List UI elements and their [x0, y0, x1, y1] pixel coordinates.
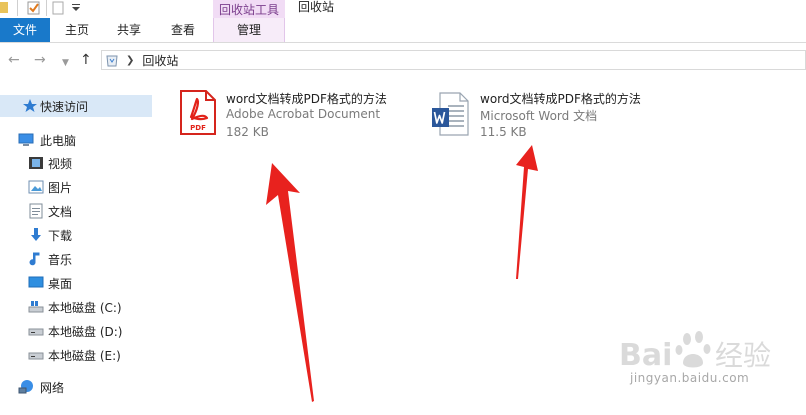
title-bar: 回收站工具 回收站 [0, 0, 806, 18]
film-icon [29, 157, 43, 169]
sidebar-item-drive-d[interactable]: 本地磁盘 (D:) [0, 320, 152, 342]
sidebar-item-drive-e[interactable]: 本地磁盘 (E:) [0, 344, 152, 366]
network-icon [18, 380, 33, 394]
sidebar-label: 本地磁盘 (C:) [48, 300, 122, 315]
hard-drive-icon [28, 352, 44, 360]
file-size: 11.5 KB [480, 125, 527, 139]
forward-arrow-icon[interactable]: → [34, 52, 46, 68]
file-size: 182 KB [226, 125, 269, 139]
tab-home[interactable]: 主页 [54, 18, 100, 42]
annotation-arrow [266, 163, 314, 402]
recent-locations-chevron-icon[interactable]: ▼ [62, 55, 69, 71]
file-type: Microsoft Word 文档 [480, 109, 598, 123]
sidebar-label: 文档 [48, 204, 73, 219]
sidebar-label: 下载 [48, 228, 73, 243]
sidebar-item-videos[interactable]: 视频 [0, 152, 152, 174]
sidebar-label: 快速访问 [40, 99, 89, 114]
quick-access-separator [46, 0, 47, 16]
watermark-url: jingyan.baidu.com [630, 371, 750, 385]
properties-icon[interactable] [26, 0, 42, 16]
up-arrow-icon[interactable]: ↑ [80, 52, 92, 68]
sidebar-item-pictures[interactable]: 图片 [0, 176, 152, 198]
baidu-watermark-logo: Bai 经验 [619, 331, 771, 373]
hard-drive-icon [28, 328, 44, 336]
sidebar-label: 音乐 [48, 252, 73, 267]
back-arrow-icon[interactable]: ← [8, 52, 20, 68]
download-arrow-icon [31, 228, 41, 241]
new-folder-icon[interactable] [52, 0, 66, 16]
sidebar-item-downloads[interactable]: 下载 [0, 224, 152, 246]
file-type: Adobe Acrobat Document [226, 107, 381, 121]
sidebar-item-documents[interactable]: 文档 [0, 200, 152, 222]
music-note-icon [29, 252, 40, 266]
svg-text:PDF: PDF [190, 124, 206, 132]
word-file-icon[interactable] [430, 91, 470, 137]
quick-access-separator [17, 0, 18, 16]
annotation-arrow [516, 145, 538, 279]
sidebar-label: 本地磁盘 (D:) [48, 324, 123, 339]
window-title: 回收站 [298, 0, 335, 14]
ribbon-tabs: 文件 主页 共享 查看 管理 [0, 18, 806, 43]
tab-view[interactable]: 查看 [160, 18, 206, 42]
svg-text:Bai: Bai [619, 338, 672, 373]
file-name[interactable]: word文档转成PDF格式的方法 [480, 90, 641, 107]
computer-icon [18, 133, 34, 146]
navigation-pane: 快速访问 此电脑 视频 图片 文档 下载 音乐 桌面 本地磁盘 (C:) 本地磁… [0, 77, 152, 415]
sidebar-label: 图片 [48, 180, 73, 195]
pdf-file-icon[interactable]: PDF [178, 89, 218, 137]
recycle-bin-tools-header: 回收站工具 [213, 0, 285, 18]
sidebar-item-this-pc[interactable]: 此电脑 [0, 129, 152, 151]
picture-icon [28, 180, 44, 194]
tab-file[interactable]: 文件 [0, 18, 50, 42]
address-bar[interactable]: ❯ 回收站 [101, 50, 806, 70]
desktop-icon [28, 276, 44, 288]
breadcrumb-recycle-bin[interactable]: 回收站 [142, 52, 178, 69]
navigation-bar: ← → ▼ ↑ ❯ 回收站 [0, 43, 806, 77]
recycle-bin-icon [106, 55, 118, 66]
svg-text:经验: 经验 [715, 339, 771, 372]
document-icon [29, 203, 43, 219]
sidebar-label: 视频 [48, 156, 73, 171]
sidebar-item-desktop[interactable]: 桌面 [0, 272, 152, 294]
sidebar-item-music[interactable]: 音乐 [0, 248, 152, 270]
star-icon [23, 99, 37, 112]
sidebar-label: 网络 [40, 380, 65, 395]
file-name[interactable]: word文档转成PDF格式的方法 [226, 90, 387, 107]
sidebar-item-drive-c[interactable]: 本地磁盘 (C:) [0, 296, 152, 318]
sidebar-label: 本地磁盘 (E:) [48, 348, 121, 363]
windows-drive-icon [28, 301, 44, 313]
sidebar-item-quick-access[interactable]: 快速访问 [0, 95, 152, 117]
sidebar-label: 此电脑 [40, 133, 77, 148]
tab-share[interactable]: 共享 [106, 18, 152, 42]
tab-manage[interactable]: 管理 [213, 18, 285, 42]
sidebar-label: 桌面 [48, 276, 73, 291]
sidebar-item-network[interactable]: 网络 [0, 376, 152, 398]
app-icon[interactable] [0, 0, 10, 16]
customize-toolbar-icon[interactable] [70, 0, 82, 16]
breadcrumb-chevron-icon[interactable]: ❯ [126, 55, 134, 66]
